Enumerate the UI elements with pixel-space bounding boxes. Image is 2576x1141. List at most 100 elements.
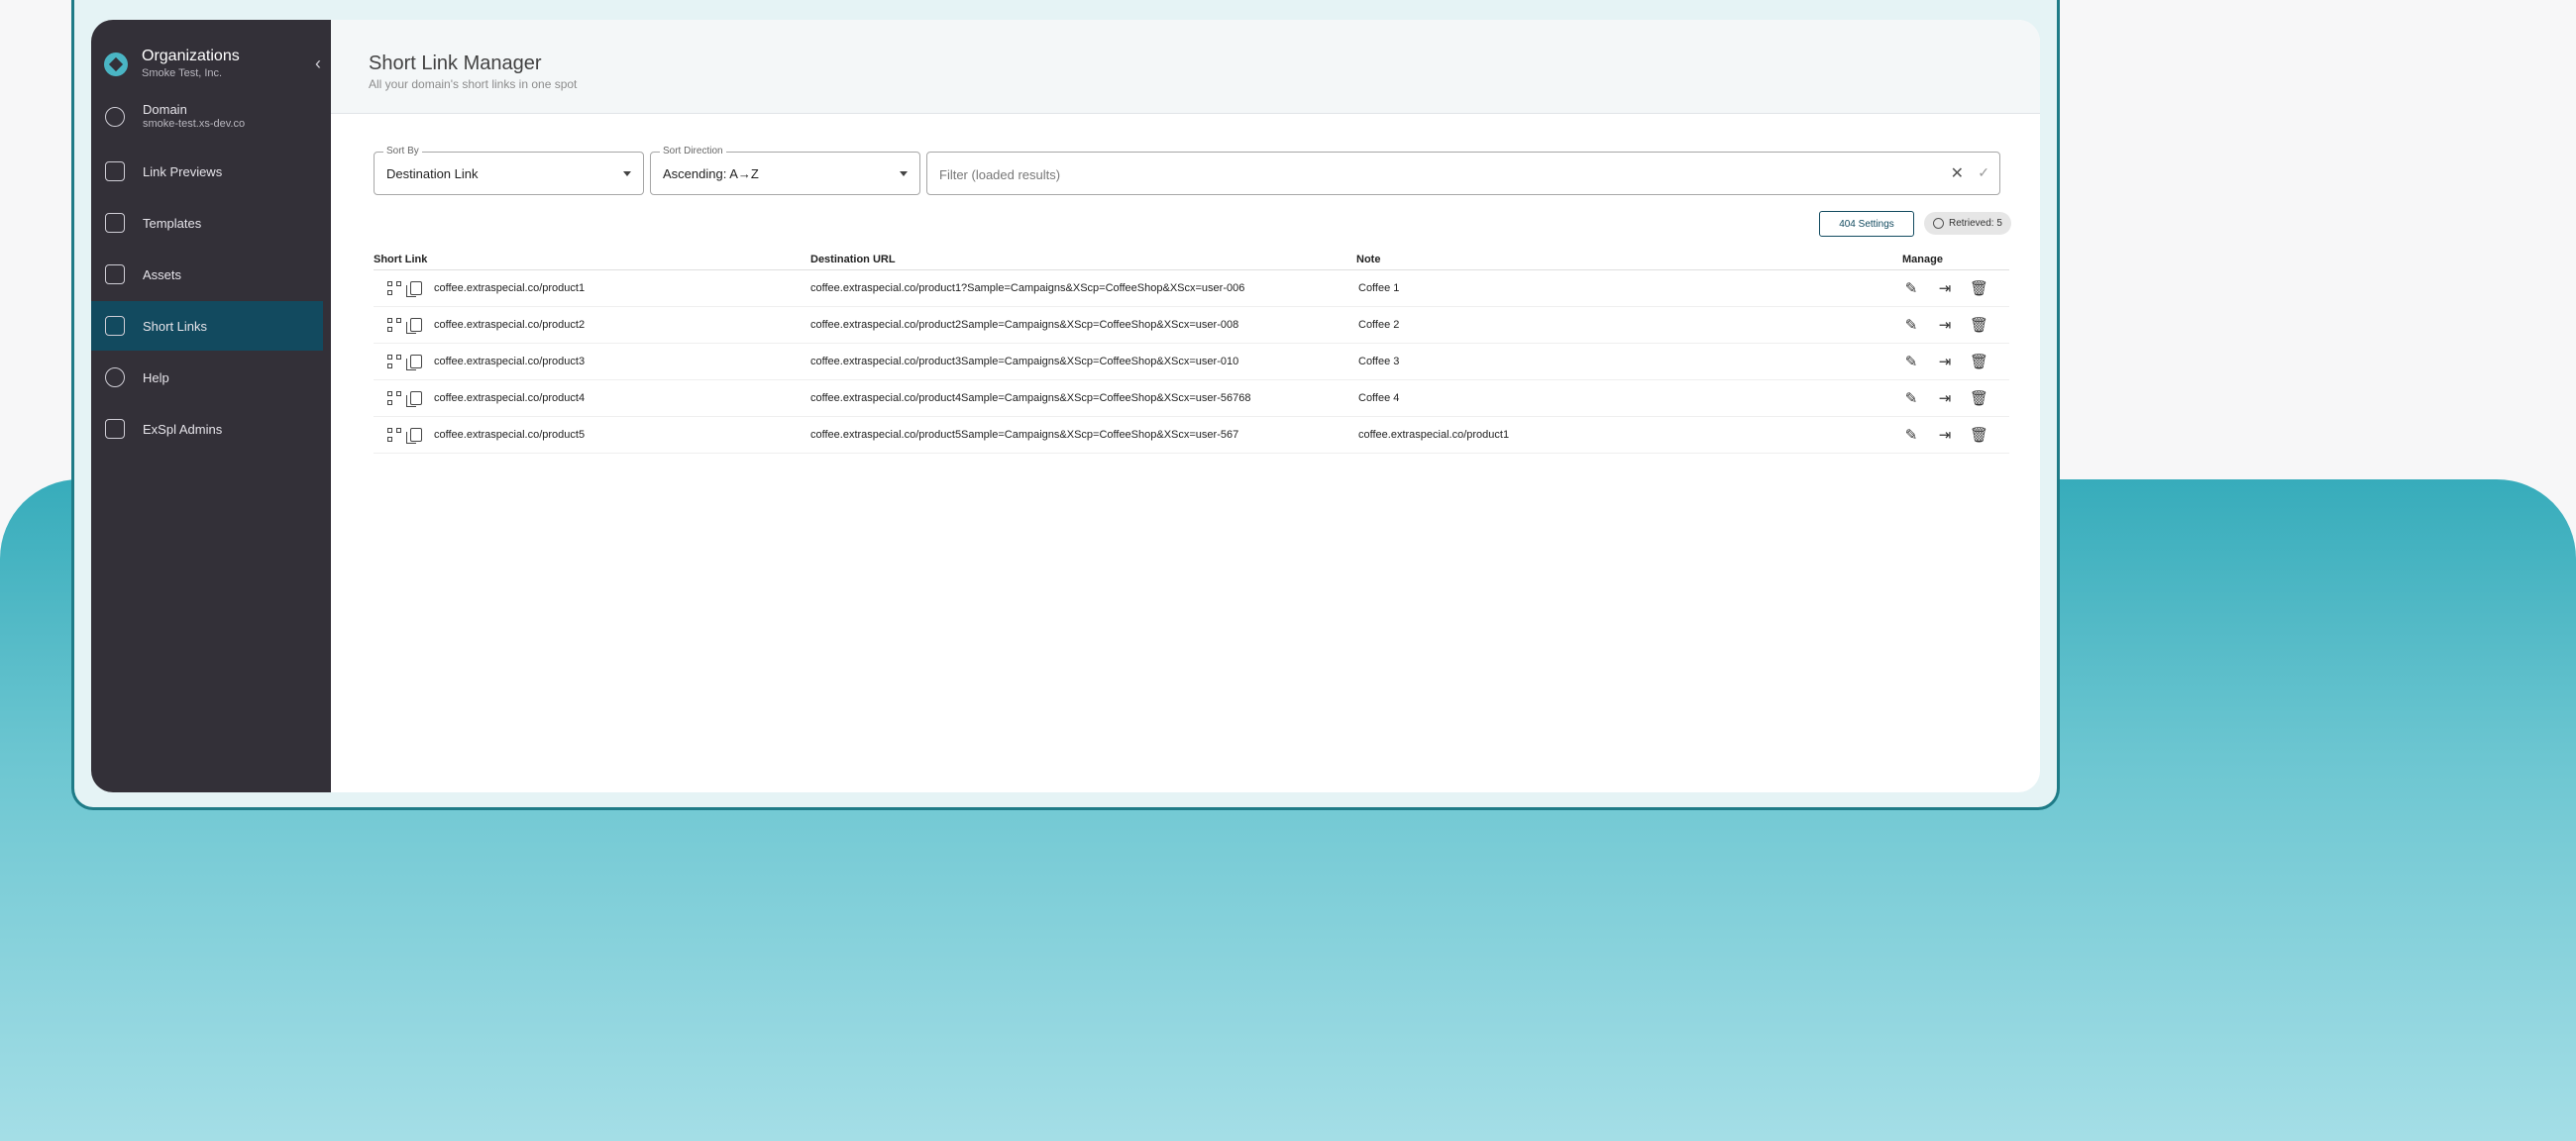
qr-code-icon[interactable] [387, 354, 401, 368]
qr-code-icon[interactable] [387, 427, 401, 442]
short-link-text[interactable]: coffee.extraspecial.co/product3 [434, 356, 585, 367]
trash-icon[interactable]: 🗑 [1970, 279, 1988, 297]
sidebar-item-label: Assets [143, 266, 182, 282]
check-circle-icon [1933, 218, 1944, 229]
org-switcher[interactable]: Organizations Smoke Test, Inc. [91, 20, 331, 87]
sidebar: Organizations Smoke Test, Inc. ‹ Domain … [91, 20, 331, 792]
dropdown-caret-icon [900, 171, 908, 176]
destination-url-text: coffee.extraspecial.co/product3Sample=Ca… [810, 355, 1239, 367]
copy-icon[interactable] [406, 390, 422, 407]
chevron-left-icon[interactable]: ‹ [315, 53, 321, 74]
trash-icon[interactable]: 🗑 [1970, 426, 1988, 444]
main-content: Short Link Manager All your domain's sho… [331, 20, 2040, 792]
destination-url-text: coffee.extraspecial.co/product5Sample=Ca… [810, 428, 1239, 441]
note-text: Coffee 2 [1358, 318, 1400, 331]
open-link-arrow-icon[interactable]: ⇥ [1936, 279, 1954, 297]
short-link-text[interactable]: coffee.extraspecial.co/product4 [434, 392, 585, 404]
sort-direction-value: Ascending: A→Z [663, 166, 759, 181]
table-row: coffee.extraspecial.co/product1 coffee.e… [374, 269, 2009, 307]
edit-pencil-icon[interactable]: ✎ [1902, 279, 1920, 297]
column-header[interactable]: Note [1356, 250, 1902, 270]
app-window: Organizations Smoke Test, Inc. ‹ Domain … [71, 0, 2060, 810]
org-logo-icon [104, 52, 128, 76]
note-text: Coffee 3 [1358, 355, 1400, 367]
open-link-arrow-icon[interactable]: ⇥ [1936, 426, 1954, 444]
sort-direction-select[interactable]: Sort Direction Ascending: A→Z [650, 146, 920, 195]
note-text: coffee.extraspecial.co/product1 [1358, 428, 1510, 441]
open-link-arrow-icon[interactable]: ⇥ [1936, 353, 1954, 370]
copy-icon[interactable] [406, 317, 422, 334]
column-header[interactable]: Destination URL [810, 250, 1356, 270]
trash-icon[interactable]: 🗑 [1970, 353, 1988, 370]
table-header-row: Short Link Destination URL Note Manage [374, 250, 2009, 270]
qr-code-icon[interactable] [387, 390, 401, 405]
open-link-arrow-icon[interactable]: ⇥ [1936, 316, 1954, 334]
edit-pencil-icon[interactable]: ✎ [1902, 389, 1920, 407]
image-library-icon [105, 264, 125, 284]
link-preview-icon [105, 161, 125, 181]
settings-404-button[interactable]: 404 Settings [1819, 211, 1914, 237]
table-row: coffee.extraspecial.co/product3 coffee.e… [374, 343, 2009, 380]
destination-url-text: coffee.extraspecial.co/product2Sample=Ca… [810, 318, 1239, 331]
filter-input[interactable]: Filter (loaded results) ✕ ✓ [926, 152, 2000, 195]
destination-url-text: coffee.extraspecial.co/product4Sample=Ca… [810, 391, 1251, 404]
short-link-icon [105, 316, 125, 336]
short-link-text[interactable]: coffee.extraspecial.co/product2 [434, 319, 585, 331]
short-link-text[interactable]: coffee.extraspecial.co/product5 [434, 429, 585, 441]
filter-placeholder: Filter (loaded results) [939, 167, 1061, 182]
layers-icon [105, 213, 125, 233]
table-row: coffee.extraspecial.co/product2 coffee.e… [374, 306, 2009, 344]
edit-pencil-icon[interactable]: ✎ [1902, 353, 1920, 370]
edit-pencil-icon[interactable]: ✎ [1902, 426, 1920, 444]
sidebar-item-label: Domain [143, 102, 187, 117]
dropdown-caret-icon [623, 171, 631, 176]
note-text: Coffee 4 [1358, 391, 1400, 404]
sort-by-value: Destination Link [386, 166, 479, 181]
sidebar-item-short-links[interactable]: Short Links [91, 301, 323, 351]
sidebar-item-link-previews[interactable]: Link Previews [91, 147, 331, 196]
sort-by-label: Sort By [383, 146, 422, 156]
page-title: Short Link Manager [369, 52, 542, 74]
page-header: Short Link Manager All your domain's sho… [331, 20, 2040, 114]
sidebar-item-assets[interactable]: Assets [91, 250, 331, 299]
copy-icon[interactable] [406, 280, 422, 297]
retrieved-chip: Retrieved: 5 [1924, 212, 2011, 235]
column-header: Manage [1902, 250, 2009, 270]
sidebar-item-domain[interactable]: Domain smoke-test.xs-dev.co [91, 89, 331, 145]
close-icon[interactable]: ✕ [1951, 163, 1964, 183]
retrieved-chip-label: Retrieved: 5 [1949, 218, 2002, 229]
copy-icon[interactable] [406, 354, 422, 370]
admin-settings-icon [105, 419, 125, 439]
app-surface: Organizations Smoke Test, Inc. ‹ Domain … [91, 20, 2040, 792]
copy-icon[interactable] [406, 427, 422, 444]
sidebar-item-exspl-admins[interactable]: ExSpl Admins [91, 404, 331, 454]
edit-pencil-icon[interactable]: ✎ [1902, 316, 1920, 334]
open-link-arrow-icon[interactable]: ⇥ [1936, 389, 1954, 407]
table-row: coffee.extraspecial.co/product5 coffee.e… [374, 416, 2009, 454]
sidebar-item-label: ExSpl Admins [143, 421, 223, 437]
sidebar-item-sublabel: smoke-test.xs-dev.co [143, 118, 246, 130]
short-link-text[interactable]: coffee.extraspecial.co/product1 [434, 282, 585, 294]
sidebar-item-label: Templates [143, 215, 202, 231]
sort-direction-label: Sort Direction [660, 146, 726, 156]
org-title: Organizations [142, 48, 240, 64]
help-circle-icon [105, 367, 125, 387]
page-subtitle: All your domain's short links in one spo… [369, 77, 578, 91]
note-text: Coffee 1 [1358, 281, 1400, 294]
qr-code-icon[interactable] [387, 317, 401, 332]
check-icon[interactable]: ✓ [1978, 164, 1989, 181]
sidebar-item-templates[interactable]: Templates [91, 198, 331, 248]
trash-icon[interactable]: 🗑 [1970, 389, 1988, 407]
globe-icon [105, 107, 125, 127]
column-header[interactable]: Short Link [374, 250, 810, 270]
sidebar-item-label: Link Previews [143, 163, 223, 179]
sidebar-item-label: Short Links [143, 318, 208, 334]
short-links-table: Short Link Destination URL Note Manage c… [374, 250, 2009, 454]
trash-icon[interactable]: 🗑 [1970, 316, 1988, 334]
destination-url-text: coffee.extraspecial.co/product1?Sample=C… [810, 281, 1245, 294]
controls-bar: Sort By Destination Link Sort Direction … [374, 146, 2000, 195]
table-row: coffee.extraspecial.co/product4 coffee.e… [374, 379, 2009, 417]
sort-by-select[interactable]: Sort By Destination Link [374, 146, 644, 195]
sidebar-item-help[interactable]: Help [91, 353, 331, 402]
qr-code-icon[interactable] [387, 280, 401, 295]
